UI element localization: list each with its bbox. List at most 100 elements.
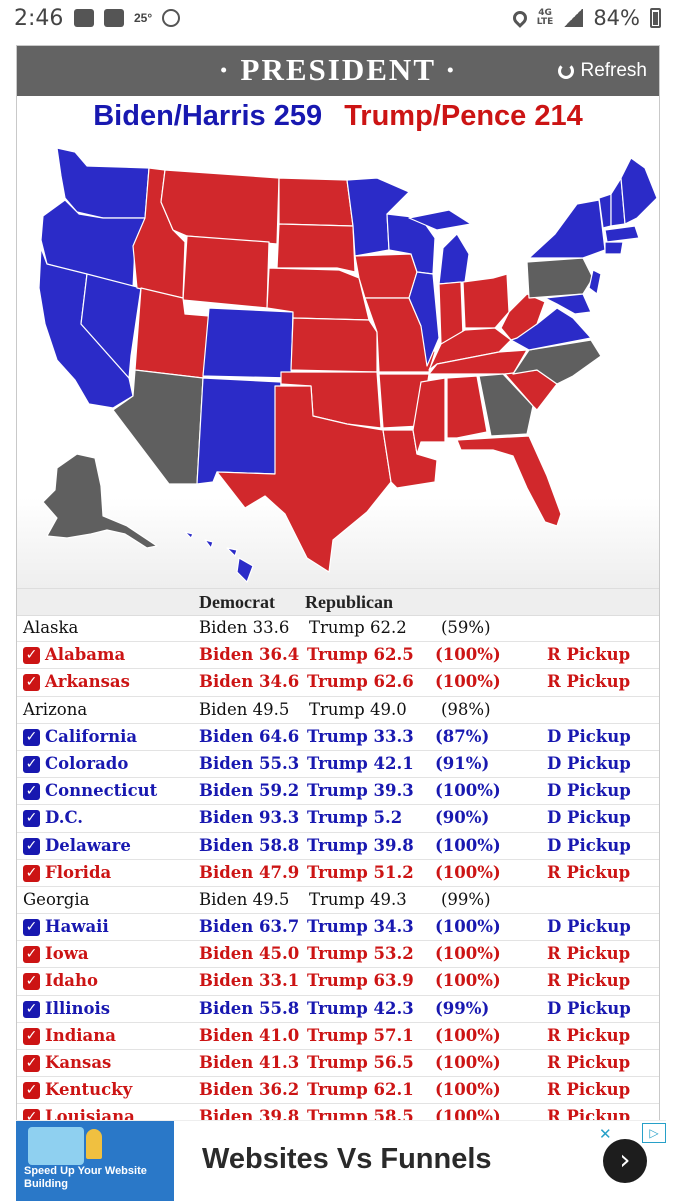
table-row: ✓ Alabama Biden 36.4 Trump 62.5 (100%) R Pick…: [17, 642, 659, 670]
checkbox-icon[interactable]: ✓: [23, 1055, 40, 1072]
gallery-icon: [104, 9, 124, 27]
state-ia: [354, 253, 418, 299]
pickup-label: R Pickup: [547, 1025, 631, 1045]
election-widget: · PRESIDENT · Refresh Biden/Harris 259 T…: [16, 45, 660, 1122]
checkbox-icon[interactable]: ✓: [23, 973, 40, 991]
pickup-label: R Pickup: [547, 862, 631, 882]
rep-value: Trump 34.3: [307, 917, 414, 937]
status-bar: 2:46 25° 4G LTE 84%: [0, 0, 675, 40]
dem-value: Biden 47.9: [199, 862, 300, 882]
reporting-percent: (90%): [435, 808, 490, 828]
us-map-svg[interactable]: [17, 138, 659, 588]
results-table: Alaska Biden 33.6 Trump 62.2 (59%) ✓ Alabama B…: [17, 615, 659, 1121]
state-ks: [290, 317, 378, 373]
table-row: ✓ Florida Biden 47.9 Trump 51.2 (100%) R Pick…: [17, 860, 659, 887]
rep-value: Trump 5.2: [307, 808, 403, 828]
dem-value: Biden 55.8: [199, 998, 300, 1018]
state-me: [620, 157, 658, 225]
electoral-totals: Biden/Harris 259 Trump/Pence 214: [17, 100, 659, 133]
checkbox-icon[interactable]: ✓: [23, 919, 40, 937]
reporting-percent: (99%): [441, 889, 491, 909]
state-mt: [160, 169, 280, 245]
us-map[interactable]: [17, 138, 659, 588]
state-fl: [456, 435, 562, 527]
checkbox-icon[interactable]: ✓: [23, 1027, 40, 1045]
state-nm: [196, 377, 282, 485]
checkbox-icon[interactable]: ✓: [23, 864, 40, 882]
ad-image[interactable]: Speed Up Your Website Building: [16, 1121, 174, 1201]
state-co: [202, 307, 294, 379]
rep-value: Trump 56.5: [307, 1053, 414, 1072]
checkbox-icon[interactable]: ✓: [23, 783, 40, 801]
state-name: Kansas: [45, 1053, 112, 1072]
dem-column-header: Democrat: [199, 592, 275, 612]
rep-value: Trump 39.8: [307, 835, 414, 855]
reporting-percent: (100%): [435, 1080, 501, 1100]
pickup-label: D Pickup: [547, 998, 631, 1018]
dem-value: Biden 55.3: [199, 753, 300, 773]
ad-image-text: Speed Up Your Website Building: [24, 1165, 147, 1190]
results-header: Democrat Republican: [17, 588, 659, 616]
refresh-icon: [558, 63, 575, 79]
checkbox-icon[interactable]: ✓: [23, 1082, 40, 1100]
dem-value: Biden 36.2: [199, 1080, 300, 1100]
state-name: D.C.: [45, 808, 84, 828]
state-name: Connecticut: [45, 781, 158, 801]
rep-value: Trump 49.0: [309, 699, 407, 719]
state-name: Delaware: [45, 835, 131, 855]
pickup-label: D Pickup: [547, 808, 631, 828]
state-name: Idaho: [45, 971, 98, 991]
refresh-button[interactable]: Refresh: [558, 60, 647, 82]
pickup-label: R Pickup: [547, 645, 631, 665]
checkbox-icon[interactable]: ✓: [23, 647, 40, 665]
dem-value: Biden 93.3: [199, 808, 300, 828]
state-ct: [604, 241, 624, 255]
checkbox-icon[interactable]: ✓: [23, 1000, 40, 1018]
state-name: Illinois: [45, 998, 111, 1018]
state-pa: [526, 257, 594, 299]
checkbox-icon[interactable]: ✓: [23, 728, 40, 746]
state-sd: [276, 223, 356, 273]
state-ny: [528, 199, 606, 259]
fingerprint-icon: [162, 9, 181, 27]
dem-value: Biden 59.2: [199, 781, 300, 801]
pickup-label: D Pickup: [547, 917, 631, 937]
state-name: Colorado: [45, 753, 129, 773]
battery-percent: 84%: [593, 6, 640, 30]
adchoices-icon[interactable]: ▷: [642, 1123, 666, 1143]
reporting-percent: (59%): [441, 618, 491, 637]
reporting-percent: (100%): [435, 1053, 501, 1072]
table-row: ✓ Colorado Biden 55.3 Trump 42.1 (91%) D Pick…: [17, 751, 659, 779]
checkbox-icon[interactable]: ✓: [23, 810, 40, 828]
state-name: Iowa: [45, 944, 89, 964]
rep-value: Trump 51.2: [307, 862, 414, 882]
close-icon[interactable]: ✕: [599, 1125, 612, 1143]
rep-value: Trump 62.5: [307, 645, 414, 665]
state-ak: [42, 453, 158, 549]
widget-header: · PRESIDENT · Refresh: [17, 46, 659, 96]
ad-title[interactable]: Websites Vs Funnels: [202, 1143, 492, 1176]
refresh-label: Refresh: [580, 60, 647, 81]
table-row: ✓ California Biden 64.6 Trump 33.3 (87%) D Pi…: [17, 724, 659, 751]
table-row: ✓ Indiana Biden 41.0 Trump 57.1 (100%) R Pick…: [17, 1023, 659, 1050]
table-row: ✓ D.C. Biden 93.3 Trump 5.2 (90%) D Pickup: [17, 805, 659, 833]
checkbox-icon[interactable]: ✓: [23, 674, 40, 692]
checkbox-icon[interactable]: ✓: [23, 837, 40, 855]
chevron-right-icon[interactable]: ›: [603, 1139, 647, 1183]
pickup-label: D Pickup: [547, 753, 631, 773]
dem-value: Biden 36.4: [199, 645, 300, 665]
rep-value: Trump 57.1: [307, 1025, 414, 1045]
table-row: ✓ Delaware Biden 58.8 Trump 39.8 (100%) D Pic…: [17, 833, 659, 860]
pickup-label: D Pickup: [547, 835, 631, 855]
reporting-percent: (100%): [435, 835, 501, 855]
status-temp: 25°: [134, 11, 153, 25]
checkbox-icon[interactable]: ✓: [23, 755, 40, 773]
table-row: Arizona Biden 49.5 Trump 49.0 (98%): [17, 697, 659, 724]
rep-value: Trump 42.3: [307, 998, 414, 1018]
checkbox-icon[interactable]: ✓: [23, 946, 40, 964]
location-icon: [509, 8, 530, 28]
table-row: Georgia Biden 49.5 Trump 49.3 (99%): [17, 887, 659, 915]
dem-value: Biden 33.1: [199, 971, 300, 991]
youtube-icon: [74, 9, 94, 27]
ad-banner[interactable]: Speed Up Your Website Building Websites …: [16, 1120, 666, 1201]
